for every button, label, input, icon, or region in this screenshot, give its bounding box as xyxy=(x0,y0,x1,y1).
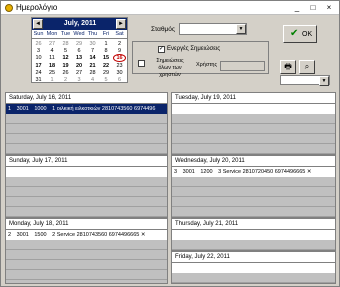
day-header: Friday, July 22, 2011 xyxy=(172,252,335,263)
entry-code1: 3001 xyxy=(182,169,195,175)
entry-text: 2 Service 2810743560 6974496665 ✕ xyxy=(52,232,146,238)
user-field[interactable] xyxy=(220,61,265,71)
calendar-day[interactable]: 6 xyxy=(113,76,126,84)
weekday-label: Mon xyxy=(46,31,58,37)
notes-options-group: ✓ Ενεργές Σημειώσεις Σημειώσεις όλων των… xyxy=(132,41,269,78)
entry-number: 3 xyxy=(174,169,178,175)
empty-slots xyxy=(6,240,167,283)
day-panel-wednesday[interactable]: Wednesday, July 20, 2011 3 3001 1200 3 S… xyxy=(171,155,336,218)
close-button[interactable]: × xyxy=(323,3,335,13)
weekday-label: Thu xyxy=(87,31,98,37)
chevron-down-icon[interactable]: ▼ xyxy=(236,24,246,34)
app-icon xyxy=(5,4,13,12)
empty-entry[interactable] xyxy=(172,263,335,273)
all-users-notes-label: Σημειώσεις όλων των χρηστών xyxy=(147,58,193,79)
calendar-day[interactable]: 1 xyxy=(46,76,59,84)
calendar-day[interactable]: 31 xyxy=(32,76,45,84)
appointment-entry[interactable]: 1 3001 1000 1 οιλκική ειλκοτκιών 2810743… xyxy=(6,104,167,114)
prev-month-button[interactable]: ◄ xyxy=(33,19,43,29)
empty-slots xyxy=(172,177,335,217)
entry-number: 2 xyxy=(8,232,12,238)
entry-code2: 1500 xyxy=(34,232,47,238)
entry-code1: 3001 xyxy=(16,232,29,238)
entry-number: 1 xyxy=(8,106,12,112)
month-calendar[interactable]: ◄ July, 2011 ► Sun Mon Tue Wed Thu Fri Sat 26 2… xyxy=(31,17,128,83)
title-bar: Ημερολόγιο _ □ × xyxy=(1,1,339,15)
search-icon: ⌕ xyxy=(304,62,310,71)
calendar-window: Ημερολόγιο _ □ × ◄ July, 2011 ► Sun Mon Tu… xyxy=(0,0,340,287)
user-label: Χρήστης xyxy=(196,62,218,68)
ok-button[interactable]: ✔ OK xyxy=(283,25,317,43)
day-header: Thursday, July 21, 2011 xyxy=(172,219,335,230)
empty-entry[interactable] xyxy=(172,230,335,240)
entry-code2: 1200 xyxy=(200,169,213,175)
entry-text: 1 οιλκική ειλκοτκιών 2810743560 6974496 xyxy=(52,106,156,112)
empty-slots xyxy=(6,177,167,217)
day-panel-thursday[interactable]: Thursday, July 21, 2011 xyxy=(171,218,336,251)
all-users-notes-label-line1: Σημειώσεις xyxy=(156,58,184,64)
view-select[interactable]: ▼ xyxy=(280,75,330,86)
weekday-label: Tue xyxy=(60,31,71,37)
day-header: Monday, July 18, 2011 xyxy=(6,219,167,230)
entry-code2: 1000 xyxy=(34,106,47,112)
weekday-row: Sun Mon Tue Wed Thu Fri Sat xyxy=(32,31,127,39)
next-month-button[interactable]: ► xyxy=(116,19,126,29)
day-header: Sunday, July 17, 2011 xyxy=(6,156,167,167)
all-users-notes-checkbox[interactable] xyxy=(138,60,145,67)
calendar-day[interactable]: 5 xyxy=(100,76,113,84)
search-button[interactable]: ⌕ xyxy=(299,60,315,74)
empty-slots xyxy=(6,114,167,154)
minimize-button[interactable]: _ xyxy=(291,3,303,13)
empty-slots xyxy=(172,240,335,250)
day-header: Tuesday, July 19, 2011 xyxy=(172,93,335,104)
entry-text: 3 Service 2810720450 6974496665 ✕ xyxy=(218,169,312,175)
printer-icon: 🖶 xyxy=(284,62,292,71)
chevron-down-icon[interactable]: ▼ xyxy=(319,76,329,86)
station-select[interactable]: ▼ xyxy=(179,23,247,35)
weekday-label: Sun xyxy=(33,31,44,37)
day-header: Saturday, July 16, 2011 xyxy=(6,93,167,104)
active-notes-checkbox[interactable]: ✓ xyxy=(158,46,165,53)
weekday-label: Sat xyxy=(115,31,124,37)
day-header: Wednesday, July 20, 2011 xyxy=(172,156,335,167)
appointment-entry[interactable]: 2 3001 1500 2 Service 2810743560 6974496… xyxy=(6,230,167,240)
empty-slots xyxy=(172,114,335,154)
calendar-day[interactable]: 4 xyxy=(86,76,99,84)
weekday-label: Wed xyxy=(73,31,85,37)
day-panel-friday[interactable]: Friday, July 22, 2011 xyxy=(171,251,336,284)
check-icon: ✔ xyxy=(290,28,299,39)
station-label: Σταθμός xyxy=(151,26,176,33)
empty-slots xyxy=(172,273,335,283)
calendar-day[interactable]: 3 xyxy=(73,76,86,84)
appointment-entry[interactable]: 3 3001 1200 3 Service 2810720450 6974496… xyxy=(172,167,335,177)
print-button[interactable]: 🖶 xyxy=(280,60,296,74)
ok-label: OK xyxy=(302,31,313,38)
calendar-header: ◄ July, 2011 ► xyxy=(32,18,127,30)
entry-code1: 3001 xyxy=(16,106,29,112)
empty-entry[interactable] xyxy=(6,167,167,177)
window-title: Ημερολόγιο xyxy=(16,3,58,12)
day-panel-sunday[interactable]: Sunday, July 17, 2011 xyxy=(5,155,168,218)
day-panel-saturday[interactable]: Saturday, July 16, 2011 1 3001 1000 1 οι… xyxy=(5,92,168,155)
calendar-day[interactable]: 2 xyxy=(59,76,72,84)
empty-entry[interactable] xyxy=(172,104,335,114)
all-users-notes-label-line2: όλων των χρηστών xyxy=(158,65,182,78)
calendar-month-title: July, 2011 xyxy=(63,20,97,27)
day-panel-monday[interactable]: Monday, July 18, 2011 2 3001 1500 2 Serv… xyxy=(5,218,168,284)
active-notes-label: Ενεργές Σημειώσεις xyxy=(167,46,221,52)
day-panel-tuesday[interactable]: Tuesday, July 19, 2011 xyxy=(171,92,336,155)
weekday-label: Fri xyxy=(102,31,110,37)
maximize-button[interactable]: □ xyxy=(307,3,319,13)
